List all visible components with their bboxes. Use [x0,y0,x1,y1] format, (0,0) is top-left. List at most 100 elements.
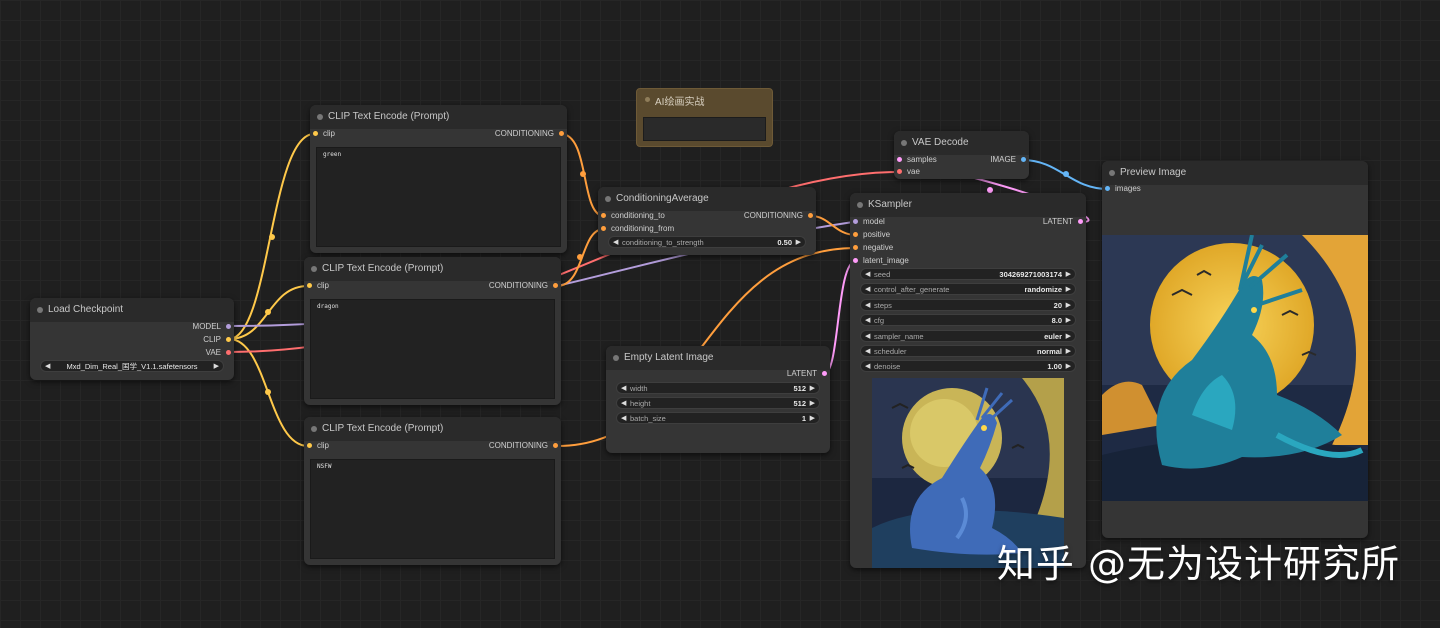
conditioning-pin-icon[interactable] [853,232,858,237]
input-images[interactable]: images [1105,183,1141,195]
node-vae-decode[interactable]: VAE Decode samples vae IMAGE [894,131,1029,179]
input-latent-image[interactable]: latent_image [853,255,909,267]
arrow-left-icon[interactable]: ◀ [865,315,870,327]
output-conditioning[interactable]: CONDITIONING [495,128,564,140]
input-samples[interactable]: samples [897,154,937,166]
collapse-dot-icon[interactable] [37,307,43,313]
output-image[interactable]: IMAGE [990,154,1026,166]
arrow-left-icon[interactable]: ◀ [865,284,870,296]
input-clip[interactable]: clip [313,128,335,140]
ckpt-name-combo[interactable]: ◀ Mxd_Dim_Real_国学_V1.1.safetensors ▶ [40,360,224,372]
arrow-right-icon[interactable]: ▶ [1066,269,1071,281]
conditioning-pin-icon[interactable] [853,245,858,250]
arrow-left-icon[interactable]: ◀ [865,269,870,281]
conditioning-pin-icon[interactable] [553,443,558,448]
arrow-left-icon[interactable]: ◀ [621,383,626,395]
input-positive[interactable]: positive [853,229,890,241]
output-vae[interactable]: VAE [206,347,231,359]
output-latent[interactable]: LATENT [1043,216,1083,228]
collapse-dot-icon[interactable] [311,266,317,272]
control-after-generate-combo[interactable]: ◀ control_after_generate randomize ▶ [860,283,1076,295]
prompt-textarea[interactable]: dragon [310,299,555,399]
node-title[interactable]: CLIP Text Encode (Prompt) [304,257,561,281]
input-conditioning-from[interactable]: conditioning_from [601,223,674,235]
arrow-right-icon[interactable]: ▶ [810,413,815,425]
conditioning-pin-icon[interactable] [553,283,558,288]
latent-pin-icon[interactable] [1078,219,1083,224]
arrow-left-icon[interactable]: ◀ [865,361,870,373]
output-conditioning[interactable]: CONDITIONING [489,440,558,452]
node-clip-text-encode-middle[interactable]: CLIP Text Encode (Prompt) clip CONDITION… [304,257,561,405]
node-clip-text-encode-positive[interactable]: CLIP Text Encode (Prompt) clip CONDITION… [310,105,567,253]
collapse-dot-icon[interactable] [613,355,619,361]
cfg-input[interactable]: ◀ cfg 8.0 ▶ [860,314,1076,326]
width-input[interactable]: ◀ width 512 ▶ [616,382,820,394]
latent-pin-icon[interactable] [822,371,827,376]
input-clip[interactable]: clip [307,280,329,292]
arrow-right-icon[interactable]: ▶ [1066,284,1071,296]
arrow-right-icon[interactable]: ▶ [1066,331,1071,343]
collapse-dot-icon[interactable] [857,202,863,208]
seed-input[interactable]: ◀ seed 304269271003174 ▶ [860,268,1076,280]
node-title[interactable]: VAE Decode [894,131,1029,155]
node-title[interactable]: Preview Image [1102,161,1368,185]
model-pin-icon[interactable] [226,324,231,329]
node-conditioning-average[interactable]: ConditioningAverage conditioning_to cond… [598,187,816,255]
node-load-checkpoint[interactable]: Load Checkpoint MODEL CLIP VAE ◀ Mxd_Dim… [30,298,234,380]
arrow-left-icon[interactable]: ◀ [621,398,626,410]
arrow-right-icon[interactable]: ▶ [1066,300,1071,312]
steps-input[interactable]: ◀ steps 20 ▶ [860,299,1076,311]
preview-output-image[interactable] [1102,235,1368,501]
input-model[interactable]: model [853,216,885,228]
node-title[interactable]: CLIP Text Encode (Prompt) [304,417,561,441]
output-model[interactable]: MODEL [193,321,231,333]
prompt-textarea[interactable]: NSFW [310,459,555,559]
strength-slider[interactable]: ◀ conditioning_to_strength 0.50 ▶ [608,236,806,248]
node-preview-image[interactable]: Preview Image images [1102,161,1368,538]
collapse-dot-icon[interactable] [317,114,323,120]
denoise-input[interactable]: ◀ denoise 1.00 ▶ [860,360,1076,372]
output-conditioning[interactable]: CONDITIONING [744,210,813,222]
arrow-right-icon[interactable]: ▶ [214,361,219,373]
clip-pin-icon[interactable] [226,337,231,342]
conditioning-pin-icon[interactable] [808,213,813,218]
arrow-left-icon[interactable]: ◀ [621,413,626,425]
height-input[interactable]: ◀ height 512 ▶ [616,397,820,409]
node-title[interactable]: ConditioningAverage [598,187,816,211]
arrow-right-icon[interactable]: ▶ [1066,361,1071,373]
arrow-right-icon[interactable]: ▶ [810,383,815,395]
arrow-left-icon[interactable]: ◀ [865,300,870,312]
image-pin-icon[interactable] [1021,157,1026,162]
image-pin-icon[interactable] [1105,186,1110,191]
latent-pin-icon[interactable] [897,157,902,162]
node-empty-latent-image[interactable]: Empty Latent Image LATENT ◀ width 512 ▶ … [606,346,830,453]
arrow-right-icon[interactable]: ▶ [1066,346,1071,358]
output-latent[interactable]: LATENT [787,368,827,380]
input-vae[interactable]: vae [897,166,920,178]
vae-pin-icon[interactable] [897,169,902,174]
sampler-name-combo[interactable]: ◀ sampler_name euler ▶ [860,330,1076,342]
input-clip[interactable]: clip [307,440,329,452]
conditioning-pin-icon[interactable] [559,131,564,136]
node-title[interactable]: Load Checkpoint [30,298,234,322]
node-clip-text-encode-negative[interactable]: CLIP Text Encode (Prompt) clip CONDITION… [304,417,561,565]
node-ksampler[interactable]: KSampler model positive negative latent_… [850,193,1086,568]
input-conditioning-to[interactable]: conditioning_to [601,210,665,222]
arrow-left-icon[interactable]: ◀ [613,237,618,249]
collapse-dot-icon[interactable] [1109,170,1115,176]
conditioning-pin-icon[interactable] [601,213,606,218]
collapse-dot-icon[interactable] [311,426,317,432]
arrow-right-icon[interactable]: ▶ [1066,315,1071,327]
latent-pin-icon[interactable] [853,258,858,263]
arrow-left-icon[interactable]: ◀ [45,361,50,373]
output-conditioning[interactable]: CONDITIONING [489,280,558,292]
arrow-right-icon[interactable]: ▶ [810,398,815,410]
prompt-textarea[interactable]: green [316,147,561,247]
input-negative[interactable]: negative [853,242,893,254]
vae-pin-icon[interactable] [226,350,231,355]
arrow-left-icon[interactable]: ◀ [865,346,870,358]
collapse-dot-icon[interactable] [901,140,907,146]
arrow-left-icon[interactable]: ◀ [865,331,870,343]
node-title[interactable]: KSampler [850,193,1086,217]
batch-size-input[interactable]: ◀ batch_size 1 ▶ [616,412,820,424]
